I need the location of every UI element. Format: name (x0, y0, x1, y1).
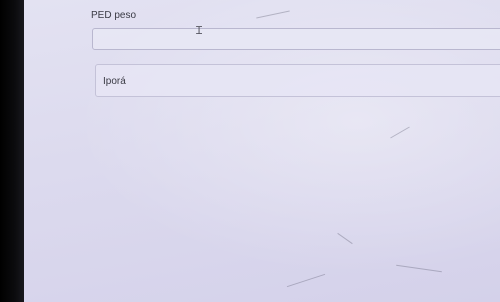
city-select[interactable]: Iporá (95, 64, 500, 97)
screen: PED peso Ɪ Iporá (0, 0, 500, 302)
screen-scratch-mark (256, 10, 290, 19)
text-cursor-icon: Ɪ (196, 24, 203, 37)
form-page: PED peso Ɪ Iporá (24, 0, 500, 302)
screen-scratch-mark (337, 232, 353, 245)
screen-scratch-mark (286, 273, 326, 288)
screen-scratch-mark (396, 264, 442, 273)
monitor-bezel (0, 0, 26, 302)
city-select-value: Iporá (103, 76, 126, 87)
ped-peso-label: PED peso (91, 10, 137, 21)
screen-scratch-mark (390, 126, 410, 139)
ped-peso-input[interactable] (92, 28, 500, 50)
